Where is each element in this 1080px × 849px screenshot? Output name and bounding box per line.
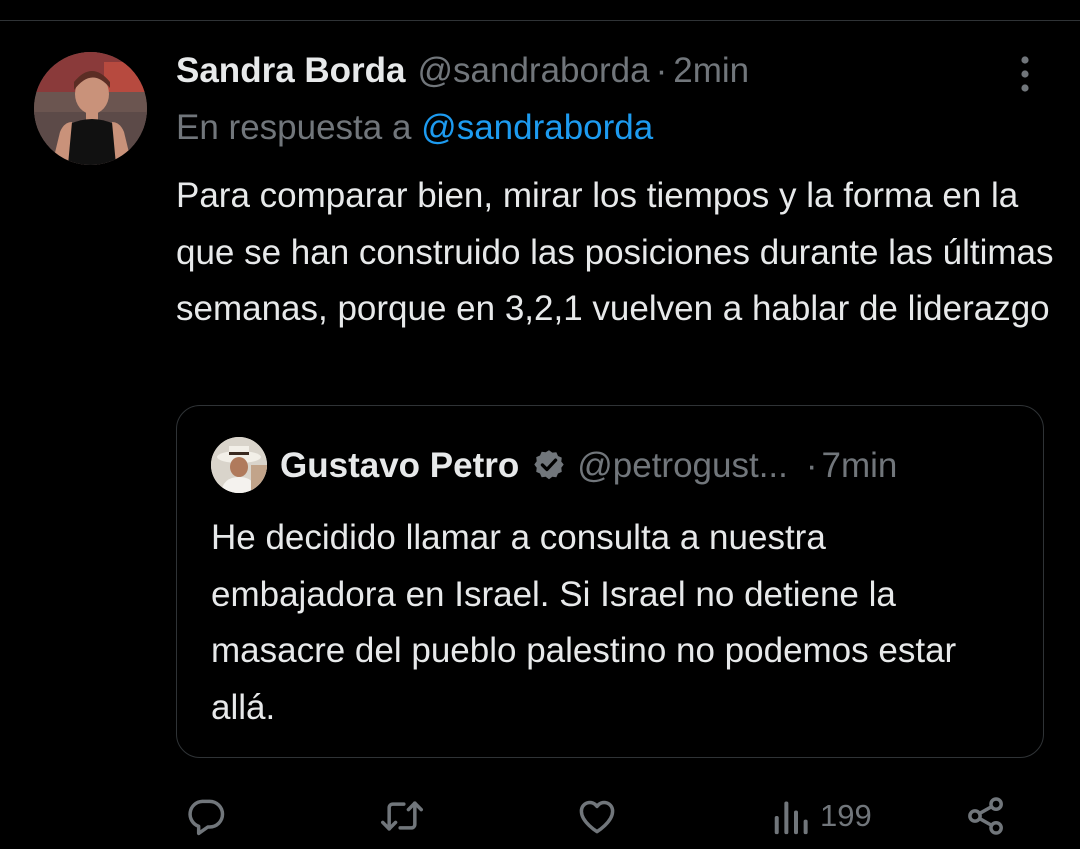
reply-icon [188, 799, 225, 836]
verified-badge-icon [531, 448, 567, 484]
tweet-time[interactable]: 2min [673, 51, 749, 91]
author-avatar[interactable] [34, 52, 147, 165]
views-button[interactable]: 199 [772, 792, 872, 840]
quote-author-avatar[interactable] [211, 437, 267, 493]
quote-separator-dot: · [805, 446, 818, 485]
quote-author-handle[interactable]: @petrogust... [577, 446, 788, 486]
reply-prefix: En respuesta a [176, 108, 412, 147]
like-button[interactable] [575, 792, 619, 840]
views-icon [774, 801, 808, 835]
quote-author-name[interactable]: Gustavo Petro [280, 446, 519, 486]
share-button[interactable] [964, 792, 1008, 840]
more-options-button[interactable] [1008, 52, 1042, 96]
author-name[interactable]: Sandra Borda [176, 51, 406, 91]
quote-header: Gustavo Petro @petrogust... · 7min [280, 444, 897, 488]
tweet-text: Para comparar bien, mirar los tiempos y … [176, 176, 1054, 328]
more-icon [1021, 56, 1029, 92]
views-count: 199 [820, 798, 872, 833]
share-icon [968, 797, 1003, 835]
like-icon [579, 800, 615, 834]
retweet-icon [381, 801, 423, 831]
reply-button[interactable] [184, 792, 228, 840]
separator-dot: · [655, 51, 668, 90]
reply-context: En respuesta a @sandraborda [176, 108, 653, 148]
tweet-header: Sandra Borda @sandraborda · 2min [176, 50, 749, 92]
retweet-button[interactable] [378, 792, 426, 840]
author-handle[interactable]: @sandraborda [418, 51, 650, 91]
top-divider [0, 20, 1080, 21]
reply-mention-link[interactable]: @sandraborda [421, 108, 653, 147]
quoted-tweet-card[interactable]: Gustavo Petro @petrogust... · 7min He de… [176, 405, 1044, 758]
quote-time[interactable]: 7min [822, 446, 898, 486]
quote-text: He decidido llamar a consulta a nuestra … [211, 518, 957, 727]
